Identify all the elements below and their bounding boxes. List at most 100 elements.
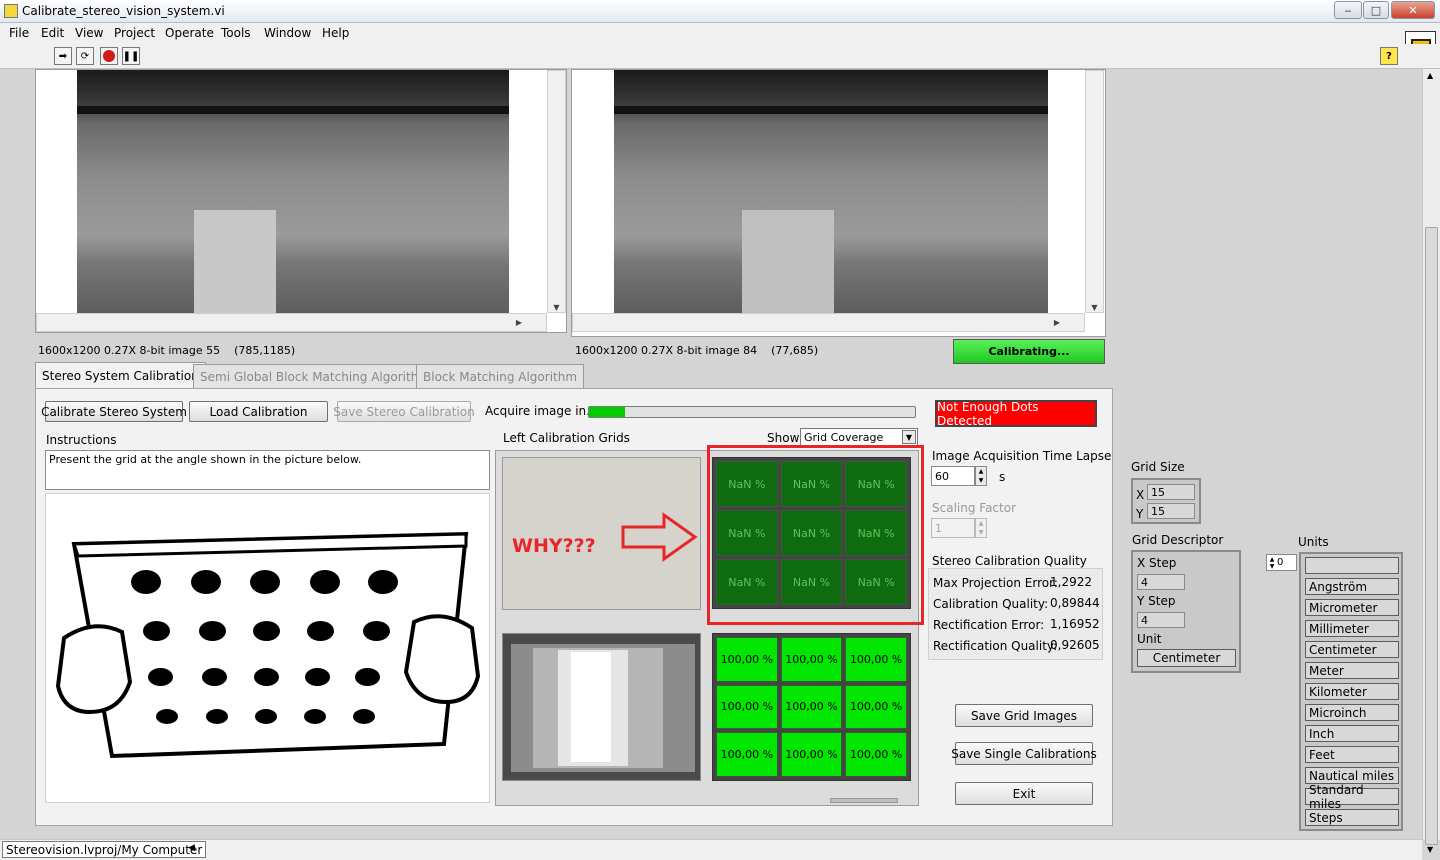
unit-item[interactable]: Kilometer bbox=[1305, 683, 1399, 700]
grid-size-label: Grid Size bbox=[1131, 460, 1185, 474]
grids-hscroll[interactable] bbox=[830, 798, 898, 803]
unit-item[interactable]: Standard miles bbox=[1305, 783, 1399, 811]
calibration-dot bbox=[368, 570, 398, 594]
red-arrow-icon bbox=[621, 512, 698, 562]
y-step-value: 4 bbox=[1137, 612, 1185, 628]
coverage-grid-bottom: 100,00 % 100,00 % 100,00 % 100,00 % 100,… bbox=[712, 633, 911, 781]
menu-edit[interactable]: Edit bbox=[41, 26, 64, 40]
tab-stereo-system-calibration[interactable]: Stereo System Calibration bbox=[35, 362, 206, 388]
unit-item[interactable]: Steps bbox=[1305, 809, 1399, 826]
menu-view[interactable]: View bbox=[75, 26, 103, 40]
scaling-factor-input[interactable]: 1 bbox=[931, 518, 975, 538]
right-image-info: 1600x1200 0.27X 8-bit image 84 (77,685) bbox=[575, 344, 819, 357]
unit-item[interactable]: Meter bbox=[1305, 662, 1399, 679]
window-title: Calibrate_stereo_vision_system.vi bbox=[22, 4, 225, 18]
left-image-hscroll[interactable]: ▶ bbox=[36, 313, 547, 332]
unit-item[interactable]: Microinch bbox=[1305, 704, 1399, 721]
y-step-label: Y Step bbox=[1137, 594, 1176, 608]
calibration-dot bbox=[206, 708, 228, 724]
show-dropdown-value: Grid Coverage bbox=[804, 430, 884, 444]
index-stepper-icon[interactable]: ▲ ▼ bbox=[1267, 556, 1277, 570]
unit-item[interactable]: Millimeter bbox=[1305, 620, 1399, 637]
calibration-dot bbox=[306, 621, 334, 641]
coverage-cell: 100,00 % bbox=[716, 637, 778, 682]
panel-vertical-scrollbar[interactable]: ▲ ▼ bbox=[1422, 69, 1440, 854]
instructions-text: Present the grid at the angle shown in t… bbox=[45, 450, 490, 490]
left-camera-image bbox=[77, 70, 509, 313]
abort-icon[interactable] bbox=[100, 47, 118, 65]
run-arrow-icon[interactable]: ➡ bbox=[54, 47, 72, 65]
pause-icon[interactable]: ❚❚ bbox=[122, 47, 140, 65]
grid-size-y-label: Y bbox=[1136, 507, 1144, 521]
unit-item[interactable]: Angström bbox=[1305, 578, 1399, 595]
acquire-label: Acquire image in... bbox=[485, 404, 598, 418]
menu-help[interactable]: Help bbox=[322, 26, 349, 40]
left-image-display[interactable]: ▼ ▶ bbox=[35, 69, 567, 333]
save-grid-images-button[interactable]: Save Grid Images bbox=[955, 704, 1093, 727]
context-help-icon[interactable]: ? bbox=[1380, 47, 1398, 65]
labview-vi-icon bbox=[4, 4, 18, 18]
coverage-cell: NaN % bbox=[716, 461, 778, 507]
right-image-vscroll[interactable]: ▼ bbox=[1085, 70, 1104, 313]
show-dropdown[interactable]: Grid Coverage ▼ bbox=[800, 428, 918, 446]
rectification-error-label: Rectification Error: bbox=[933, 618, 1045, 632]
menu-tools[interactable]: Tools bbox=[221, 26, 251, 40]
scroll-thumb[interactable] bbox=[1425, 227, 1438, 845]
minimize-button[interactable]: ‒ bbox=[1334, 1, 1362, 19]
right-camera-image bbox=[614, 70, 1048, 313]
save-stereo-calibration-button[interactable]: Save Stereo Calibration bbox=[333, 401, 475, 422]
coverage-cell: 100,00 % bbox=[716, 732, 778, 777]
calibration-quality-label: Calibration Quality: bbox=[933, 597, 1049, 611]
chevron-down-icon[interactable]: ▼ bbox=[902, 430, 916, 444]
scroll-down-arrow-icon[interactable]: ▼ bbox=[1427, 845, 1433, 854]
menu-operate[interactable]: Operate bbox=[165, 26, 214, 40]
units-index-control[interactable]: ▲ ▼ 0 bbox=[1266, 554, 1297, 571]
left-calibration-grids-label: Left Calibration Grids bbox=[503, 431, 630, 445]
calibration-dot bbox=[362, 621, 390, 641]
run-continuously-icon[interactable]: ⟳ bbox=[76, 47, 94, 65]
calibration-dot bbox=[252, 621, 280, 641]
unit-item[interactable] bbox=[1305, 557, 1399, 574]
why-annotation: WHY??? bbox=[512, 535, 596, 557]
coverage-cell: 100,00 % bbox=[780, 684, 843, 730]
scaling-factor-stepper[interactable]: ▲ ▼ bbox=[975, 518, 987, 538]
scroll-up-arrow-icon[interactable]: ▲ bbox=[1427, 71, 1433, 80]
rectification-error-value: 1,16952 bbox=[1050, 617, 1100, 631]
unit-item[interactable]: Nautical miles bbox=[1305, 767, 1399, 784]
unit-item[interactable]: Inch bbox=[1305, 725, 1399, 742]
right-image-hscroll[interactable]: ▶ bbox=[572, 313, 1085, 332]
max-projection-error-value: 1,2922 bbox=[1050, 575, 1092, 589]
coverage-cell: 100,00 % bbox=[845, 684, 907, 730]
close-button[interactable]: ✕ bbox=[1391, 1, 1435, 19]
calibration-dot bbox=[304, 668, 330, 686]
unit-item[interactable]: Feet bbox=[1305, 746, 1399, 763]
tab-semi-global-block-matching[interactable]: Semi Global Block Matching Algorithm bbox=[193, 364, 437, 388]
unit-item[interactable]: Centimeter bbox=[1305, 641, 1399, 658]
acq-time-stepper[interactable]: ▲ ▼ bbox=[975, 466, 987, 486]
maximize-button[interactable]: □ bbox=[1363, 1, 1389, 19]
units-index-value: 0 bbox=[1277, 557, 1284, 568]
coverage-cell: 100,00 % bbox=[845, 732, 907, 777]
tab-block-matching[interactable]: Block Matching Algorithm bbox=[416, 364, 585, 388]
unit-item[interactable]: Micrometer bbox=[1305, 599, 1399, 616]
status-bar bbox=[0, 839, 1422, 860]
menu-file[interactable]: File bbox=[9, 26, 29, 40]
instruction-picture bbox=[45, 493, 490, 803]
calibration-dot bbox=[147, 668, 173, 686]
coverage-cell: 100,00 % bbox=[845, 637, 907, 682]
right-image-display[interactable]: ▼ ▶ bbox=[571, 69, 1106, 337]
acq-time-input[interactable]: 60 bbox=[931, 466, 975, 486]
coverage-cell: NaN % bbox=[716, 559, 778, 605]
acq-time-unit: s bbox=[999, 470, 1006, 484]
exit-button[interactable]: Exit bbox=[955, 782, 1093, 805]
menu-window[interactable]: Window bbox=[264, 26, 311, 40]
menu-project[interactable]: Project bbox=[114, 26, 155, 40]
load-calibration-button[interactable]: Load Calibration bbox=[189, 401, 328, 422]
calibrate-stereo-system-button[interactable]: Calibrate Stereo System bbox=[41, 401, 187, 422]
left-image-vscroll[interactable]: ▼ bbox=[547, 70, 566, 313]
coverage-grid-top: NaN % NaN % NaN % NaN % NaN % NaN % NaN … bbox=[712, 457, 911, 609]
save-single-calibrations-button[interactable]: Save Single Calibrations bbox=[951, 742, 1097, 765]
coverage-cell: 100,00 % bbox=[780, 732, 843, 777]
coverage-cell: NaN % bbox=[716, 510, 778, 556]
scroll-left-arrow-icon[interactable]: ◀ bbox=[188, 843, 195, 853]
